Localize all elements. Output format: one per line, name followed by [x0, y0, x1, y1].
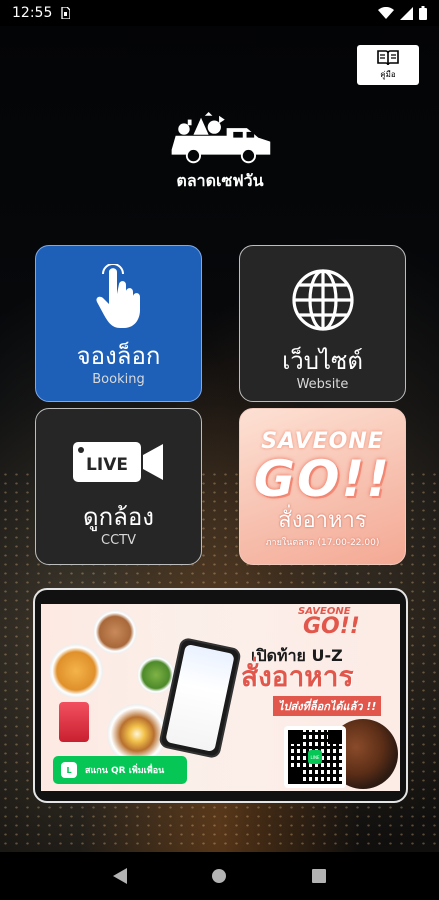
food-plate-image — [93, 610, 137, 654]
home-circle-icon[interactable] — [207, 864, 231, 888]
booking-tile[interactable]: จองล็อก Booking — [35, 245, 202, 402]
line-icon: L — [61, 762, 77, 778]
live-label: LIVE — [86, 455, 128, 475]
tap-hand-icon — [95, 264, 140, 328]
promo-banner-image: SAVEONE GO!! เปิดท้าย U-Z สั่งอาหาร ไปส่… — [41, 604, 400, 791]
recents-square-icon[interactable] — [307, 864, 331, 888]
promo-banner[interactable]: SAVEONE GO!! เปิดท้าย U-Z สั่งอาหาร ไปส่… — [33, 588, 408, 803]
order-brand-bottom: GO!! — [253, 450, 392, 508]
system-nav-bar — [0, 852, 439, 900]
qr-line-badge: LINE — [308, 750, 322, 764]
website-tile[interactable]: เว็บไซต์ Website — [239, 245, 406, 402]
line-add-friend-label: สแกน QR เพิ่มเพื่อน — [85, 766, 165, 776]
book-icon — [377, 49, 399, 65]
manual-label: คู่มือ — [380, 69, 396, 79]
cctv-title: ดูกล้อง — [83, 503, 154, 531]
order-food-tile[interactable]: SAVEONE GO!! สั่งอาหาร ภายในตลาด (17.00-… — [239, 408, 406, 565]
cctv-tile[interactable]: LIVE ดูกล้อง CCTV — [35, 408, 202, 565]
manual-button[interactable]: คู่มือ — [357, 45, 419, 85]
line-add-friend-button: L สแกน QR เพิ่มเพื่อน — [53, 756, 187, 784]
food-plate-image — [107, 704, 167, 764]
wifi-icon — [378, 6, 394, 20]
back-triangle-icon[interactable] — [108, 864, 132, 888]
signal-icon — [400, 6, 413, 20]
order-subtitle: ภายในตลาด (17.00-22.00) — [265, 538, 380, 548]
cctv-subtitle: CCTV — [101, 533, 136, 548]
banner-headline-order: สั่งอาหาร — [241, 660, 354, 693]
sim-icon — [60, 7, 71, 19]
live-camera-icon: LIVE — [72, 442, 163, 482]
globe-icon — [291, 269, 354, 331]
booking-subtitle: Booking — [92, 372, 145, 387]
logo-text: ตลาดเซฟวัน — [176, 171, 264, 190]
truck-with-goods-icon — [171, 112, 271, 164]
phone-image — [158, 636, 242, 760]
website-title: เว็บไซต์ — [282, 347, 363, 375]
banner-headline-delivery: ไปส่งที่ล็อกได้แล้ว !! — [273, 696, 382, 716]
website-subtitle: Website — [296, 377, 349, 392]
banner-brand-bottom: GO!! — [303, 614, 360, 639]
order-title: สั่งอาหาร — [278, 508, 367, 533]
line-qr-code: LINE — [284, 726, 346, 788]
booking-title: จองล็อก — [76, 342, 161, 370]
food-plate-image — [49, 644, 103, 698]
app-logo: ตลาดเซฟวัน — [160, 112, 280, 194]
status-bar: 12:55 — [0, 0, 439, 26]
status-time: 12:55 — [12, 5, 53, 21]
drink-image — [59, 702, 89, 742]
battery-icon — [419, 6, 427, 20]
